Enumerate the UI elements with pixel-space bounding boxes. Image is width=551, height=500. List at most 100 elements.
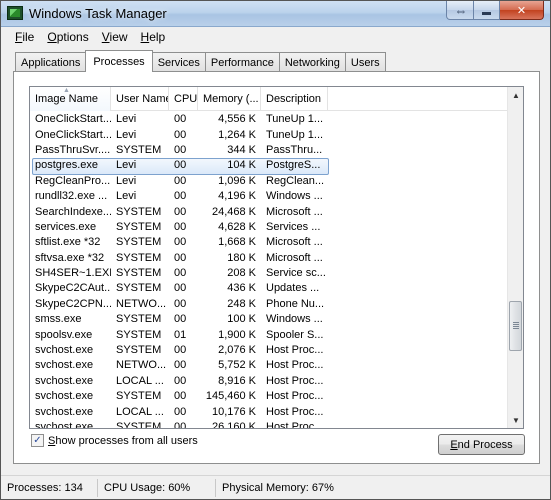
show-all-checkbox[interactable]: ✓ <box>31 434 44 447</box>
process-image-name: OneClickStart... <box>35 128 111 141</box>
column-header-description[interactable]: Description <box>261 87 328 111</box>
tab-performance[interactable]: Performance <box>204 52 280 72</box>
process-user-name: NETWO... <box>116 359 167 372</box>
process-image-name: smss.exe <box>35 313 82 326</box>
process-description: TuneUp 1... <box>266 128 324 141</box>
process-image-name: SH4SER~1.EXE <box>35 267 111 280</box>
process-cpu: 00 <box>174 282 187 295</box>
process-memory: 26,160 K <box>211 421 256 429</box>
process-image-name: svchost.exe <box>35 390 94 403</box>
table-row[interactable]: sftlist.exe *32 SYSTEM 00 1,668 K Microsoft … <box>30 235 509 250</box>
sort-up-arrow-icon: ▲ <box>63 87 70 94</box>
process-image-name: OneClickStart... <box>35 113 111 126</box>
task-manager-icon <box>7 6 23 20</box>
process-user-name: Levi <box>116 113 137 126</box>
table-row[interactable]: SearchIndexe... SYSTEM 00 24,468 K Microsoft… <box>30 204 509 219</box>
process-description: Host Proc... <box>266 390 324 403</box>
table-row[interactable]: spoolsv.exe SYSTEM 01 1,900 K Spooler S... <box>30 327 509 342</box>
process-description: Spooler S... <box>266 328 324 341</box>
process-cpu: 00 <box>174 174 187 187</box>
table-row[interactable]: svchost.exe NETWO... 00 5,752 K Host Proc... <box>30 358 509 373</box>
table-row[interactable]: rundll32.exe ... Levi 00 4,196 K Windows ... <box>30 189 509 204</box>
table-row[interactable]: PassThruSvr.... SYSTEM 00 344 K PassThru... <box>30 143 509 158</box>
status-physical-memory: Physical Memory: 67% <box>222 481 334 494</box>
vertical-scrollbar[interactable]: ▲ ▼ <box>507 87 523 428</box>
title-bar[interactable]: Windows Task Manager ⇔ ✕ <box>1 1 550 27</box>
minimize-button[interactable] <box>474 1 500 20</box>
process-memory: 4,196 K <box>218 190 256 203</box>
process-description: Host Proc... <box>266 421 324 429</box>
process-memory: 5,752 K <box>218 359 256 372</box>
process-memory: 10,176 K <box>211 405 256 418</box>
process-user-name: SYSTEM <box>116 251 162 264</box>
process-cpu: 00 <box>174 374 187 387</box>
table-row[interactable]: svchost.exe SYSTEM 00 26,160 K Host Proc... <box>30 420 509 429</box>
table-row-selected[interactable]: postgres.exe Levi 00 104 K PostgreS... <box>30 158 509 176</box>
table-row[interactable]: svchost.exe LOCAL ... 00 10,176 K Host Proc.… <box>30 404 509 419</box>
menu-help[interactable]: Help <box>135 30 173 44</box>
process-cpu: 00 <box>174 159 187 172</box>
process-user-name: LOCAL ... <box>116 405 164 418</box>
table-row[interactable]: OneClickStart... Levi 00 4,556 K TuneUp 1... <box>30 112 509 127</box>
table-row[interactable]: sftvsa.exe *32 SYSTEM 00 180 K Microsoft ... <box>30 251 509 266</box>
tab-services[interactable]: Services <box>151 52 206 72</box>
process-cpu: 00 <box>174 128 187 141</box>
show-all-label[interactable]: Show processes from all users <box>48 435 198 447</box>
process-description: Windows ... <box>266 190 323 203</box>
process-memory: 145,460 K <box>205 390 256 403</box>
column-header-memory[interactable]: Memory (... <box>198 87 261 111</box>
table-row[interactable]: SkypeC2CAut... SYSTEM 00 436 K Updates ... <box>30 281 509 296</box>
end-process-button[interactable]: End Process <box>438 434 525 455</box>
process-description: Host Proc... <box>266 344 324 357</box>
menu-file[interactable]: File <box>9 30 41 44</box>
table-row[interactable]: smss.exe SYSTEM 00 100 K Windows ... <box>30 312 509 327</box>
tab-users[interactable]: Users <box>344 52 386 72</box>
column-header-row: ▲ Image Name User Name CPU Memory (... D… <box>30 87 509 111</box>
table-row[interactable]: RegCleanPro.... Levi 00 1,096 K RegClean... <box>30 174 509 189</box>
process-memory: 208 K <box>227 267 256 280</box>
table-row[interactable]: svchost.exe SYSTEM 00 2,076 K Host Proc... <box>30 343 509 358</box>
scroll-down-button[interactable]: ▼ <box>508 412 523 428</box>
processes-panel: ▲ Image Name User Name CPU Memory (... D… <box>13 71 540 464</box>
table-row[interactable]: SH4SER~1.EXE SYSTEM 00 208 K Service sc... <box>30 266 509 281</box>
process-memory: 344 K <box>227 143 256 156</box>
process-cpu: 00 <box>174 143 187 156</box>
process-user-name: Levi <box>116 174 137 187</box>
process-user-name: SYSTEM <box>116 344 162 357</box>
table-row[interactable]: services.exe SYSTEM 00 4,628 K Services ... <box>30 220 509 235</box>
process-description: PostgreS... <box>266 159 321 172</box>
tab-networking[interactable]: Networking <box>278 52 346 72</box>
process-memory: 104 K <box>227 159 256 172</box>
process-image-name: svchost.exe <box>35 359 94 372</box>
scroll-up-button[interactable]: ▲ <box>508 87 523 103</box>
process-image-name: services.exe <box>35 220 97 233</box>
column-header-user-name[interactable]: User Name <box>111 87 169 111</box>
menu-bar: File Options View Help <box>1 27 550 47</box>
process-image-name: sftlist.exe *32 <box>35 236 101 249</box>
process-user-name: SYSTEM <box>116 236 162 249</box>
column-header-cpu[interactable]: CPU <box>169 87 198 111</box>
resize-button[interactable]: ⇔ <box>446 1 474 20</box>
process-memory: 1,900 K <box>218 328 256 341</box>
process-user-name: SYSTEM <box>116 390 162 403</box>
process-image-name: svchost.exe <box>35 421 94 429</box>
show-all-processes[interactable]: ✓ Show processes from all users <box>31 434 198 447</box>
tab-applications[interactable]: Applications <box>15 52 87 72</box>
status-processes: Processes: 134 <box>1 478 98 497</box>
table-row[interactable]: SkypeC2CPN... NETWO... 00 248 K Phone Nu... <box>30 297 509 312</box>
column-header-image-name[interactable]: ▲ Image Name <box>30 87 111 111</box>
process-list[interactable]: ▲ Image Name User Name CPU Memory (... D… <box>29 86 524 429</box>
menu-view[interactable]: View <box>96 30 135 44</box>
table-row[interactable]: svchost.exe LOCAL ... 00 8,916 K Host Proc..… <box>30 374 509 389</box>
menu-help-accelerator: H <box>140 30 150 44</box>
tab-processes[interactable]: Processes <box>85 50 153 72</box>
process-user-name: SYSTEM <box>116 282 162 295</box>
process-image-name: svchost.exe <box>35 374 94 387</box>
table-row[interactable]: svchost.exe SYSTEM 00 145,460 K Host Proc... <box>30 389 509 404</box>
menu-options[interactable]: Options <box>41 30 95 44</box>
process-image-name: svchost.exe <box>35 344 94 357</box>
process-description: Host Proc... <box>266 405 324 418</box>
close-button[interactable]: ✕ <box>500 1 544 20</box>
scroll-thumb[interactable] <box>509 301 522 351</box>
table-row[interactable]: OneClickStart... Levi 00 1,264 K TuneUp 1... <box>30 127 509 142</box>
